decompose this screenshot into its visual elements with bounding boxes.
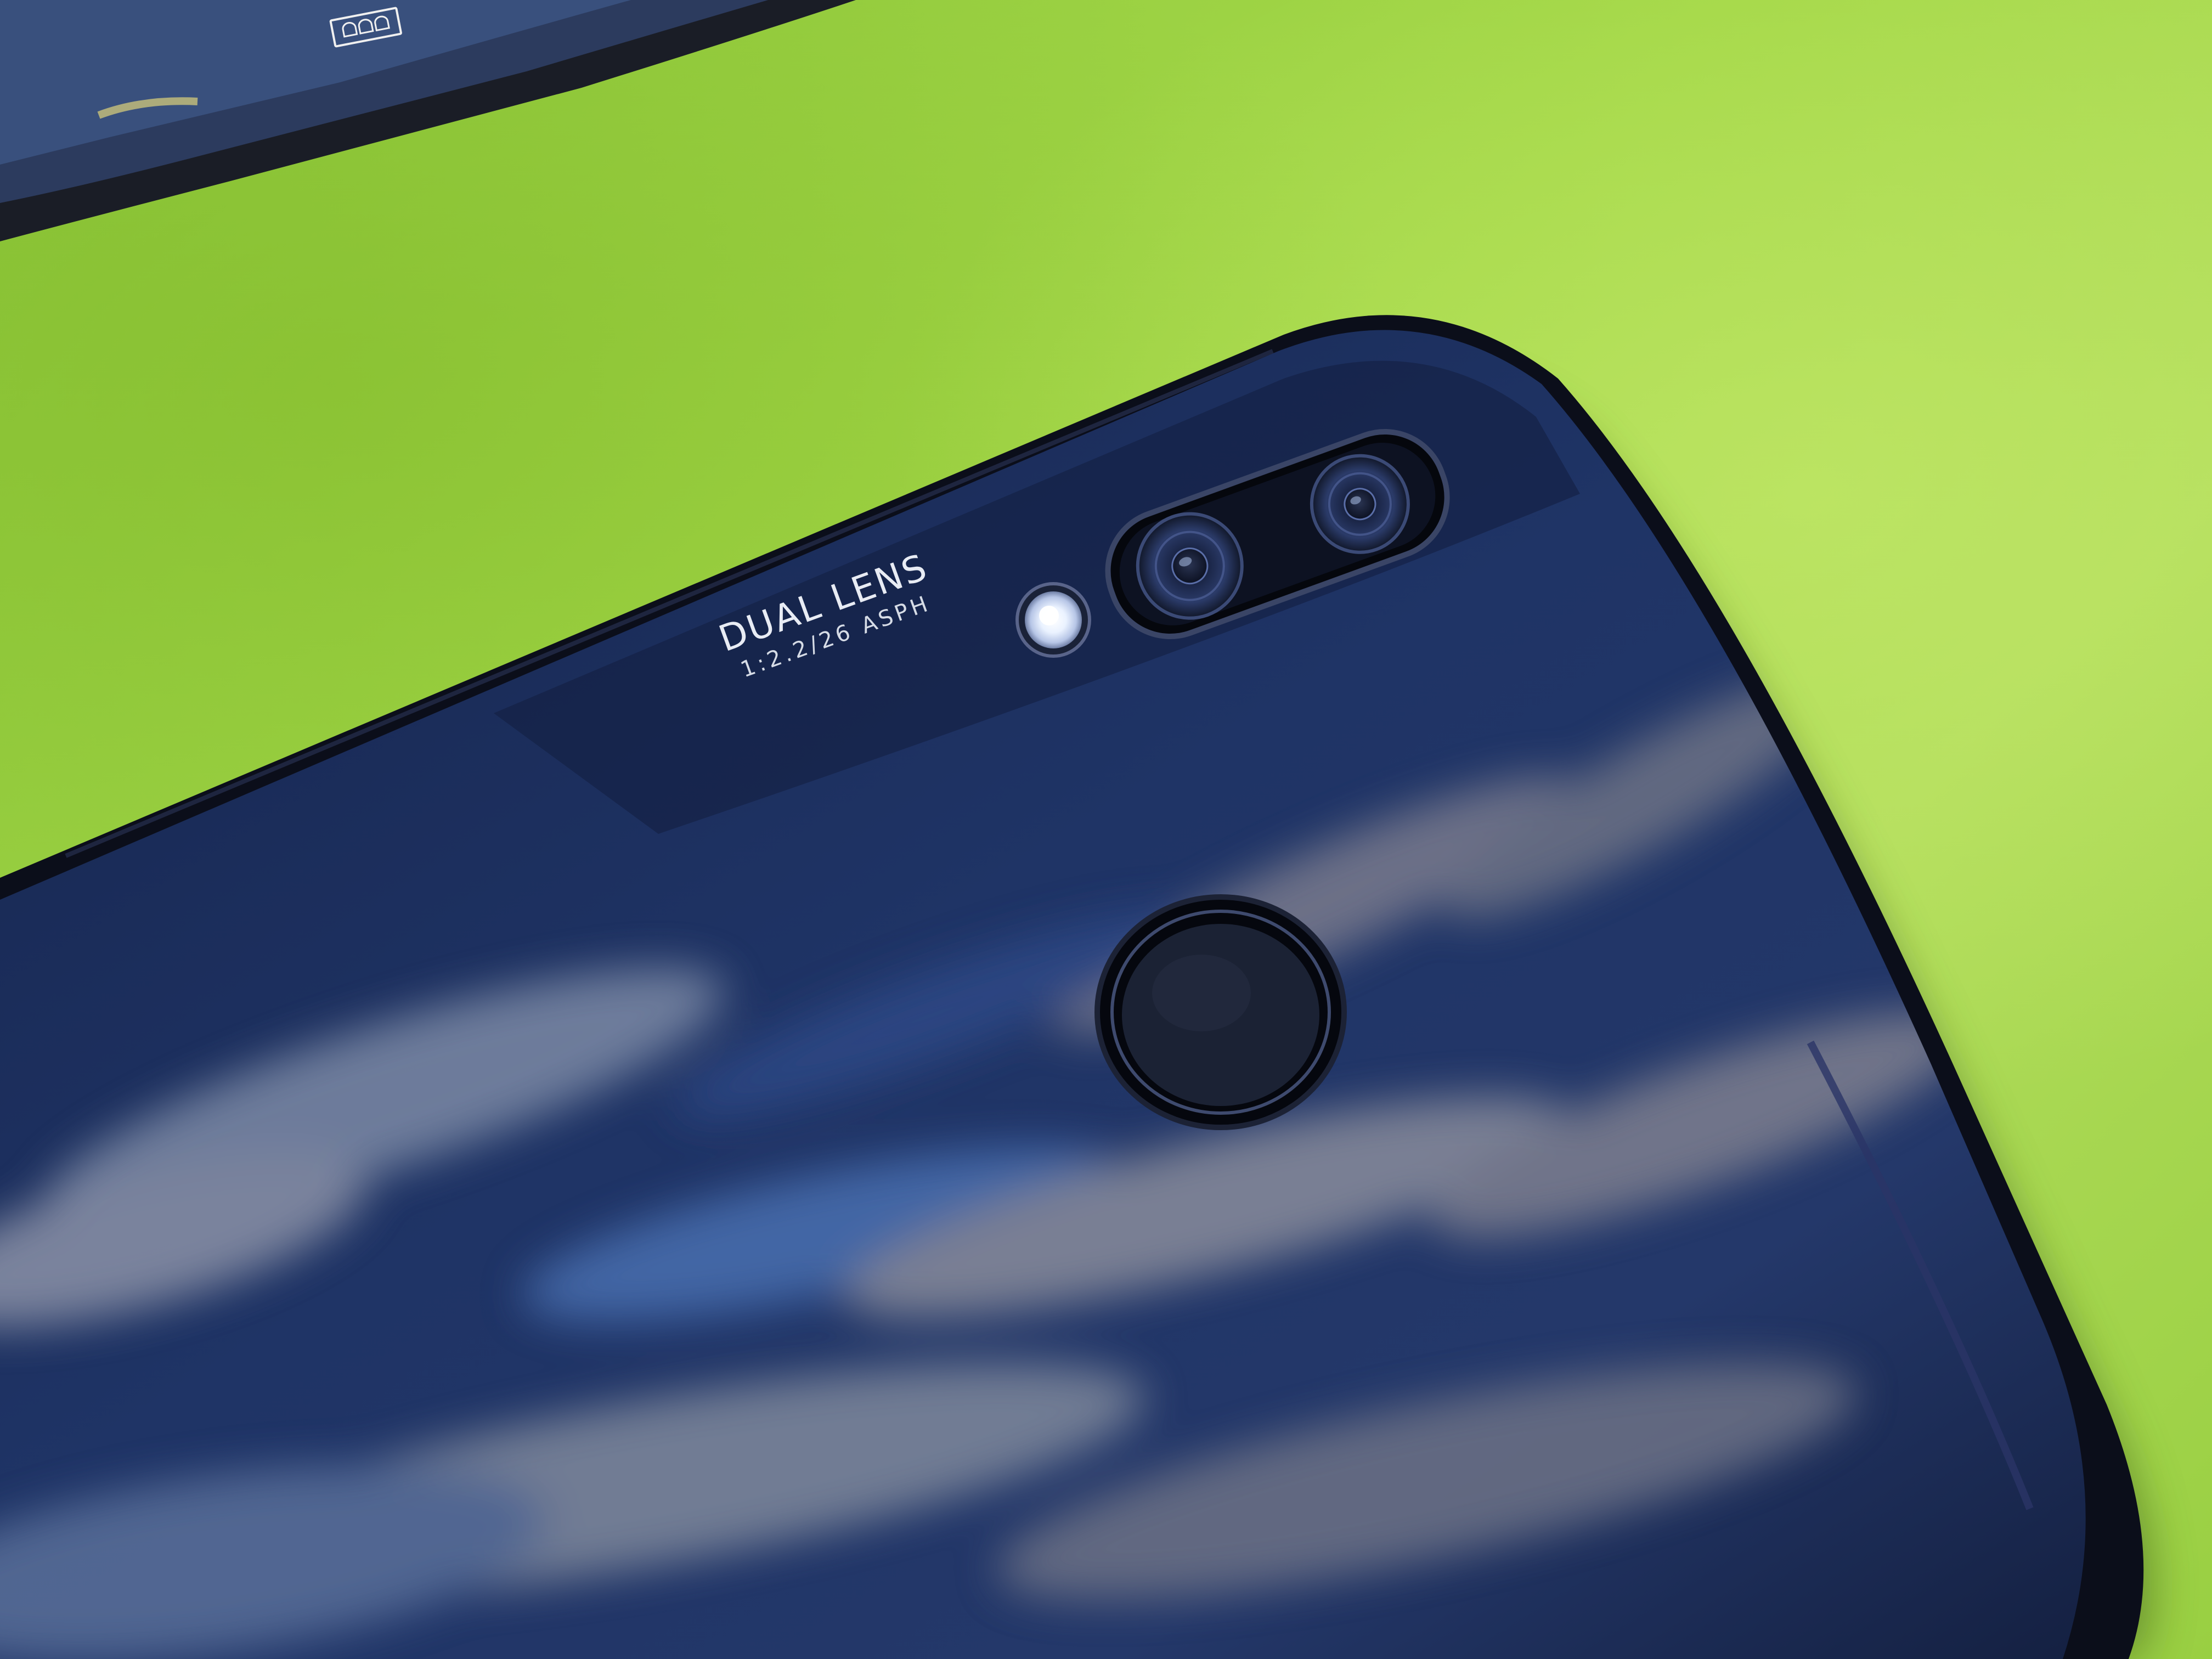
fingerprint-sensor[interactable]: [1094, 894, 1347, 1130]
box-brand-text: ᗝᗝᗝ: [339, 11, 392, 43]
flash-led: [1015, 582, 1091, 658]
photo-scene: ᗝᗝᗝ DUAL LENS 1:2.2/26 ASPH: [0, 0, 2212, 1659]
dark-box-top-left: [0, 0, 856, 241]
phone-illustration: [0, 0, 2152, 1659]
